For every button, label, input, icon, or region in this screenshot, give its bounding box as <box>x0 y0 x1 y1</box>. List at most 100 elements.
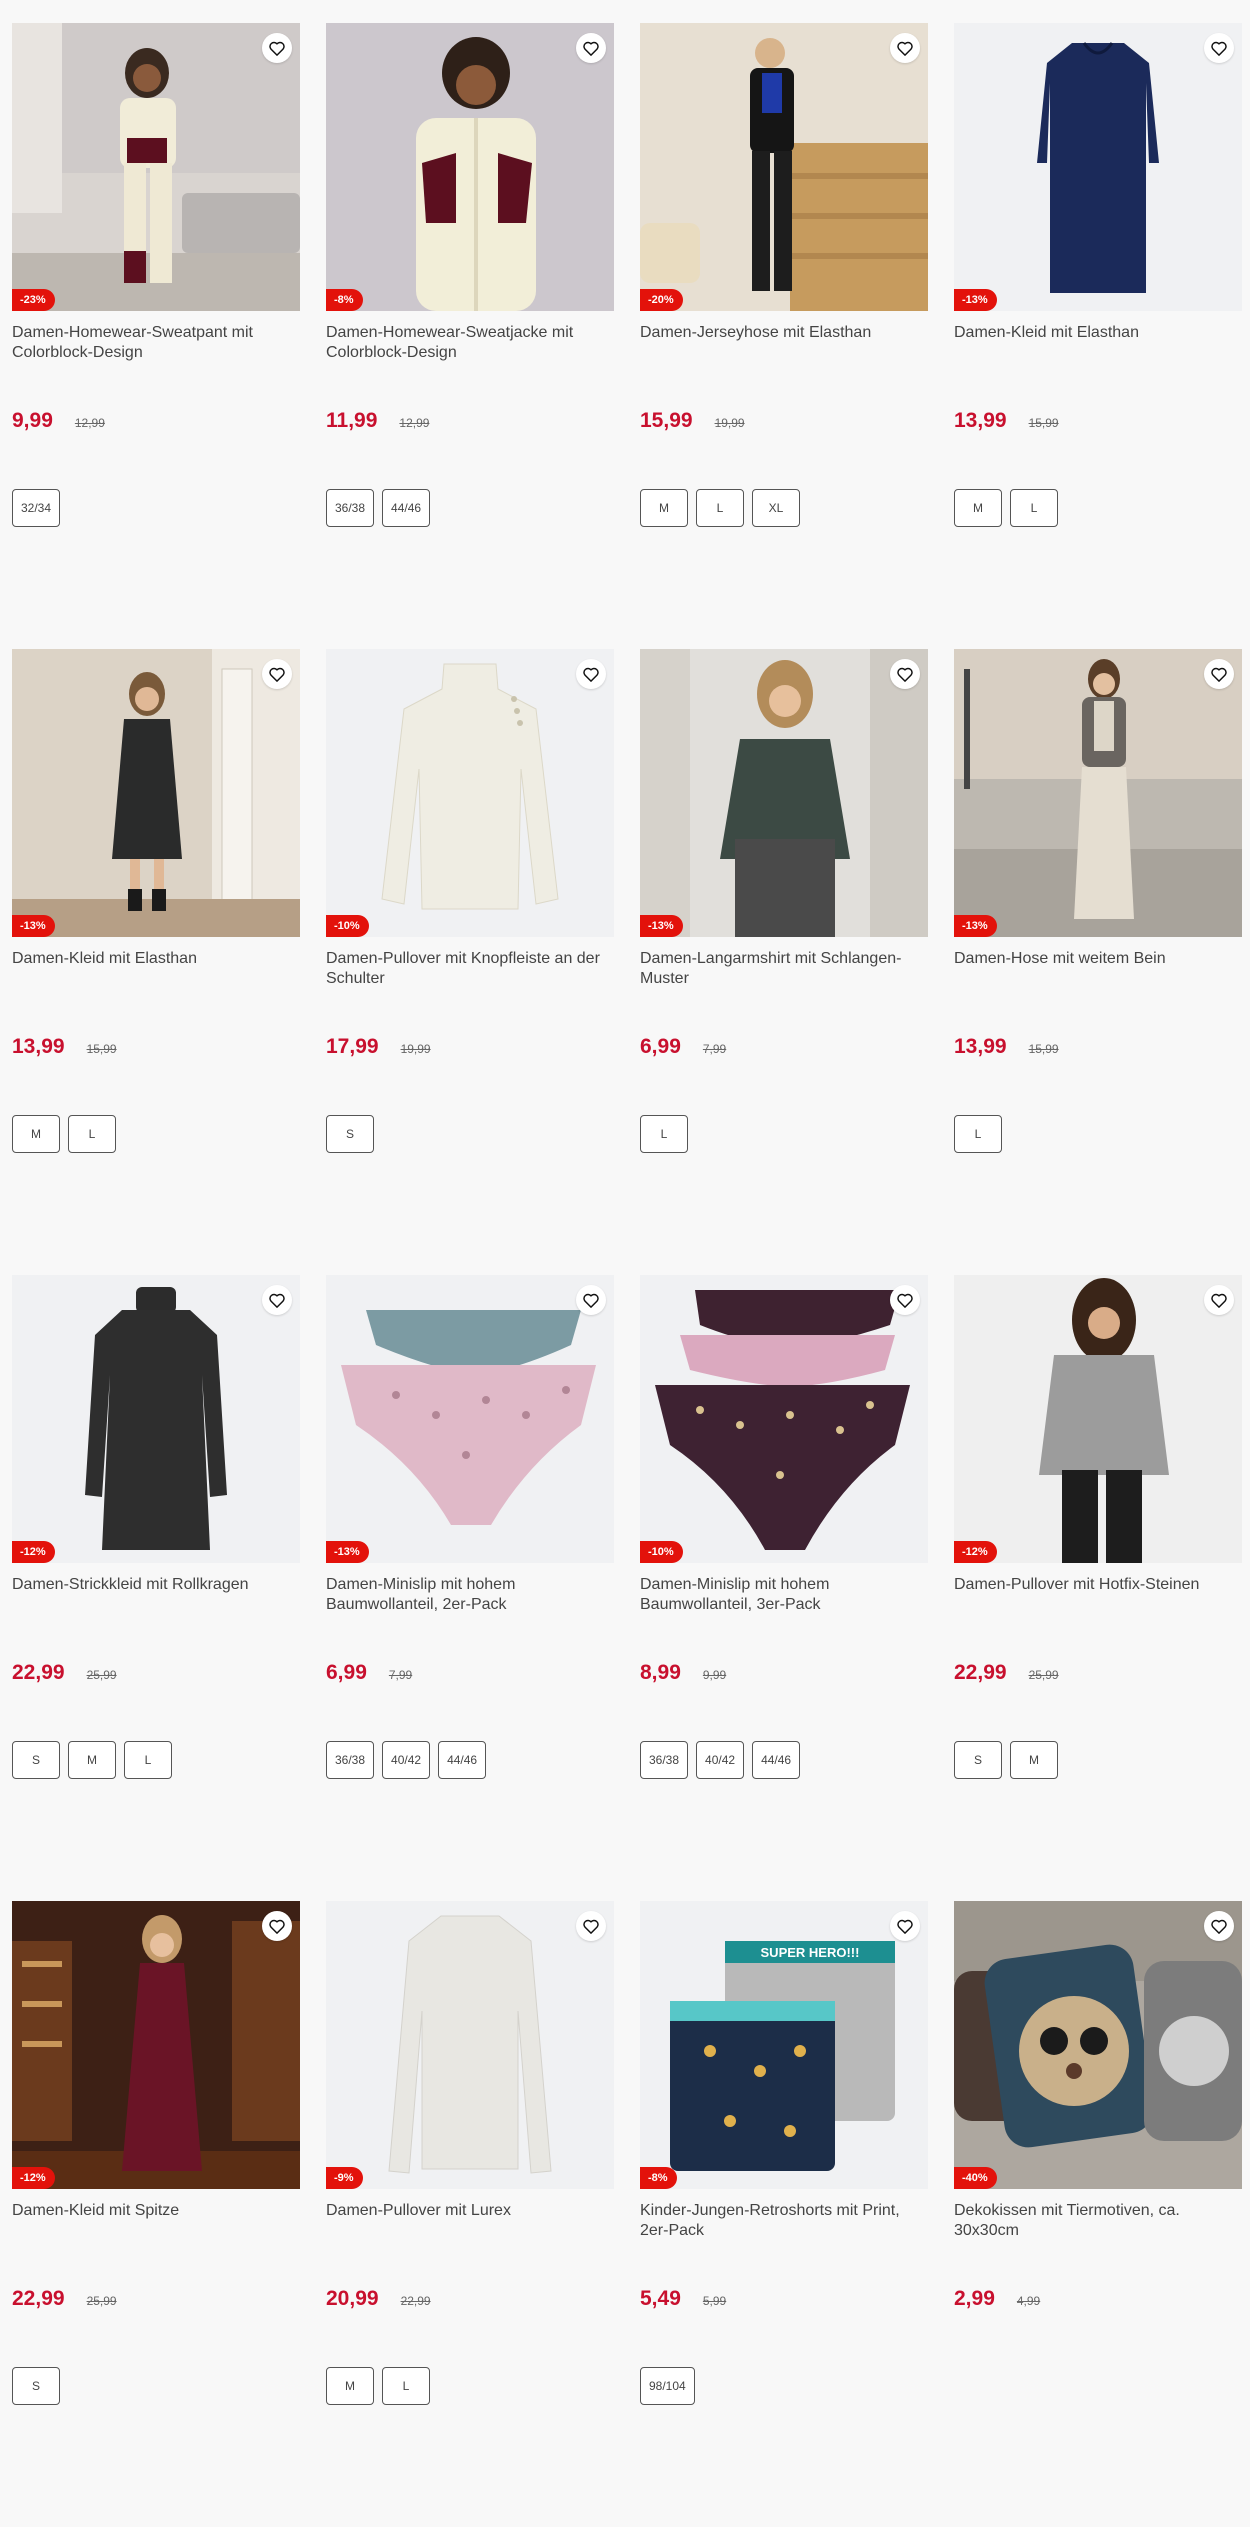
product-name[interactable]: Damen-Pullover mit Knopfleiste an der Sc… <box>326 949 612 991</box>
size-option[interactable]: M <box>12 1115 60 1153</box>
product-name[interactable]: Damen-Pullover mit Hotfix-Steinen <box>954 1575 1240 1617</box>
product-image[interactable]: -13% <box>954 649 1242 937</box>
product-card[interactable]: -12% Damen-Kleid mit Spitze 22,99 25,99 … <box>12 1901 300 2527</box>
size-option[interactable]: M <box>640 489 688 527</box>
product-card[interactable]: -13% Damen-Kleid mit Elasthan 13,99 15,9… <box>954 23 1242 649</box>
size-option[interactable]: 36/38 <box>640 1741 689 1779</box>
heart-icon[interactable] <box>576 659 606 689</box>
product-card[interactable]: -9% Damen-Pullover mit Lurex 20,99 22,99… <box>326 1901 614 2527</box>
discount-badge: -10% <box>640 1541 683 1563</box>
size-option[interactable]: XL <box>752 489 800 527</box>
size-option[interactable]: 32/34 <box>12 489 61 527</box>
product-card[interactable]: -13% Damen-Minislip mit hohem Baumwollan… <box>326 1275 614 1901</box>
size-option[interactable]: 36/38 <box>326 1741 375 1779</box>
product-card[interactable]: -12% Damen-Strickkleid mit Rollkragen 22… <box>12 1275 300 1901</box>
heart-icon[interactable] <box>890 659 920 689</box>
product-card[interactable]: -12% Damen-Pullover mit Hotfix-Steinen 2… <box>954 1275 1242 1901</box>
size-option[interactable]: L <box>696 489 744 527</box>
product-image[interactable]: -10% <box>640 1275 928 1563</box>
product-name[interactable]: Damen-Kleid mit Elasthan <box>954 323 1240 365</box>
size-option[interactable]: 44/46 <box>438 1741 487 1779</box>
size-option[interactable]: S <box>326 1115 374 1153</box>
size-option[interactable]: 44/46 <box>382 489 431 527</box>
size-option[interactable]: L <box>640 1115 688 1153</box>
product-name[interactable]: Damen-Homewear-Sweatjacke mit Colorblock… <box>326 323 612 365</box>
heart-icon[interactable] <box>1204 33 1234 63</box>
product-name[interactable]: Damen-Minislip mit hohem Baumwollanteil,… <box>326 1575 612 1617</box>
heart-icon[interactable] <box>1204 1911 1234 1941</box>
size-option[interactable]: M <box>1010 1741 1058 1779</box>
product-name[interactable]: Damen-Pullover mit Lurex <box>326 2201 612 2243</box>
product-name[interactable]: Kinder-Jungen-Retroshorts mit Print, 2er… <box>640 2201 926 2243</box>
price-row: 15,99 19,99 <box>640 409 928 439</box>
product-image[interactable]: -13% <box>954 23 1242 311</box>
heart-icon[interactable] <box>890 1911 920 1941</box>
size-option[interactable]: S <box>954 1741 1002 1779</box>
size-option[interactable]: 44/46 <box>752 1741 801 1779</box>
product-name[interactable]: Damen-Homewear-Sweatpant mit Colorblock-… <box>12 323 298 365</box>
product-card[interactable]: -40% Dekokissen mit Tiermotiven, ca. 30x… <box>954 1901 1242 2527</box>
product-card[interactable]: -23% Damen-Homewear-Sweatpant mit Colorb… <box>12 23 300 649</box>
product-image[interactable]: -23% <box>12 23 300 311</box>
product-image[interactable]: -12% <box>954 1275 1242 1563</box>
product-card[interactable]: -13% Damen-Langarmshirt mit Schlangen-Mu… <box>640 649 928 1275</box>
heart-icon[interactable] <box>262 1911 292 1941</box>
size-options: ML <box>326 2367 614 2405</box>
size-option[interactable]: L <box>954 1115 1002 1153</box>
old-price: 9,99 <box>702 1668 727 1682</box>
product-card[interactable]: -13% Damen-Kleid mit Elasthan 13,99 15,9… <box>12 649 300 1275</box>
size-option[interactable]: L <box>382 2367 430 2405</box>
size-option[interactable]: L <box>68 1115 116 1153</box>
heart-icon[interactable] <box>1204 659 1234 689</box>
old-price: 25,99 <box>1028 1668 1059 1682</box>
size-option[interactable]: 40/42 <box>696 1741 745 1779</box>
heart-icon[interactable] <box>262 33 292 63</box>
heart-icon[interactable] <box>262 1285 292 1315</box>
old-price: 15,99 <box>1028 416 1059 430</box>
size-option[interactable]: L <box>124 1741 172 1779</box>
heart-icon[interactable] <box>576 1911 606 1941</box>
old-price: 15,99 <box>1028 1042 1059 1056</box>
product-image[interactable]: -20% <box>640 23 928 311</box>
product-image[interactable]: -8% <box>326 23 614 311</box>
product-image[interactable]: -13% <box>12 649 300 937</box>
product-name[interactable]: Damen-Strickkleid mit Rollkragen <box>12 1575 298 1617</box>
heart-icon[interactable] <box>576 1285 606 1315</box>
product-image[interactable]: -12% <box>12 1275 300 1563</box>
product-card[interactable]: -13% Damen-Hose mit weitem Bein 13,99 15… <box>954 649 1242 1275</box>
size-option[interactable]: S <box>12 2367 60 2405</box>
product-image[interactable]: -10% <box>326 649 614 937</box>
product-card[interactable]: -8% Damen-Homewear-Sweatjacke mit Colorb… <box>326 23 614 649</box>
product-image[interactable]: -13% <box>326 1275 614 1563</box>
product-name[interactable]: Damen-Kleid mit Elasthan <box>12 949 298 991</box>
product-name[interactable]: Damen-Kleid mit Spitze <box>12 2201 298 2243</box>
size-option[interactable]: 40/42 <box>382 1741 431 1779</box>
product-name[interactable]: Damen-Minislip mit hohem Baumwollanteil,… <box>640 1575 926 1617</box>
heart-icon[interactable] <box>262 659 292 689</box>
product-image[interactable]: -13% <box>640 649 928 937</box>
product-image[interactable]: -40% <box>954 1901 1242 2189</box>
product-image[interactable]: -12% <box>12 1901 300 2189</box>
product-name[interactable]: Damen-Hose mit weitem Bein <box>954 949 1240 991</box>
heart-icon[interactable] <box>890 1285 920 1315</box>
size-option[interactable]: 98/104 <box>640 2367 695 2405</box>
size-option[interactable]: M <box>326 2367 374 2405</box>
size-option[interactable]: S <box>12 1741 60 1779</box>
product-card[interactable]: SUPER HERO!!! -8% Kinder-Jungen-Retrosho… <box>640 1901 928 2527</box>
product-name[interactable]: Dekokissen mit Tiermotiven, ca. 30x30cm <box>954 2201 1240 2243</box>
product-card[interactable]: -20% Damen-Jerseyhose mit Elasthan 15,99… <box>640 23 928 649</box>
product-image[interactable]: SUPER HERO!!! -8% <box>640 1901 928 2189</box>
current-price: 8,99 <box>640 1661 681 1684</box>
product-card[interactable]: -10% Damen-Pullover mit Knopfleiste an d… <box>326 649 614 1275</box>
product-card[interactable]: -10% Damen-Minislip mit hohem Baumwollan… <box>640 1275 928 1901</box>
size-option[interactable]: 36/38 <box>326 489 375 527</box>
size-option[interactable]: M <box>68 1741 116 1779</box>
size-option[interactable]: M <box>954 489 1002 527</box>
product-image[interactable]: -9% <box>326 1901 614 2189</box>
product-name[interactable]: Damen-Langarmshirt mit Schlangen-Muster <box>640 949 926 991</box>
heart-icon[interactable] <box>1204 1285 1234 1315</box>
size-option[interactable]: L <box>1010 489 1058 527</box>
heart-icon[interactable] <box>576 33 606 63</box>
product-name[interactable]: Damen-Jerseyhose mit Elasthan <box>640 323 926 365</box>
heart-icon[interactable] <box>890 33 920 63</box>
